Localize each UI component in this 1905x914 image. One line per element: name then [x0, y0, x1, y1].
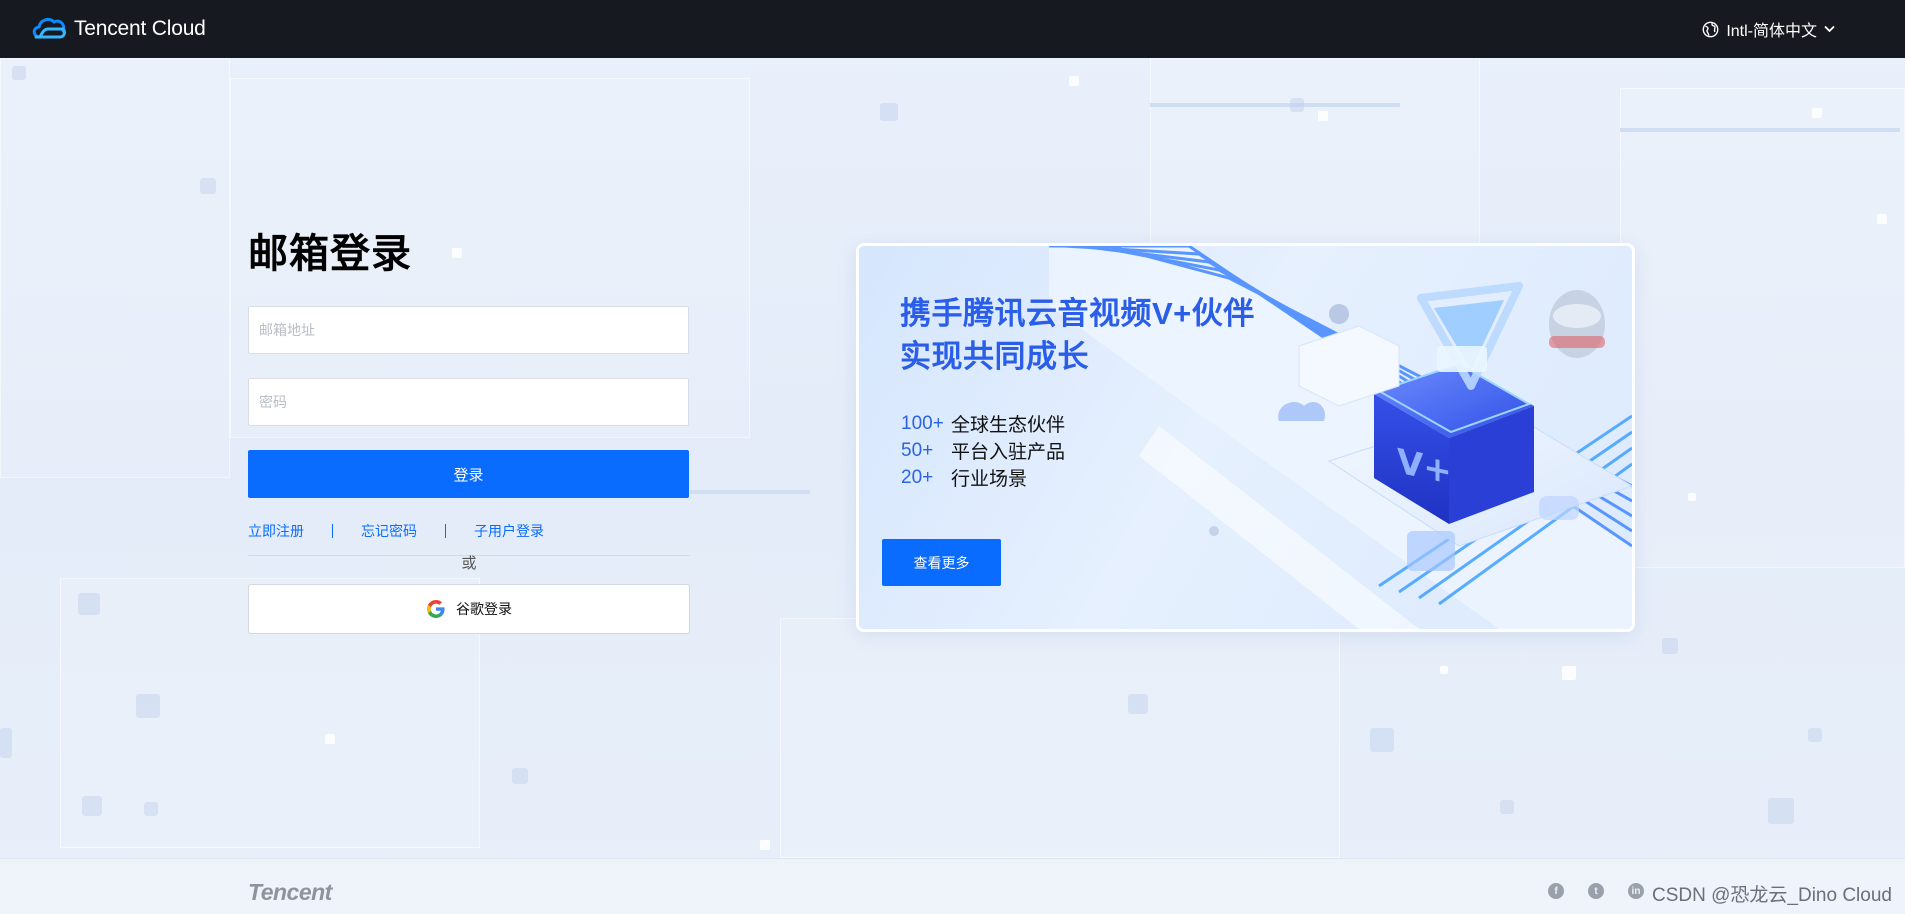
watermark-text: CSDN @恐龙云_Dino Cloud — [1652, 885, 1892, 906]
subuser-login-link[interactable]: 子用户登录 — [474, 521, 544, 541]
language-selector[interactable]: Intl-简体中文 — [1702, 17, 1835, 41]
banner-title: 携手腾讯云音视频V+伙伴 实现共同成长 — [900, 292, 1255, 378]
tencent-cloud-logo[interactable]: Tencent Cloud — [30, 15, 206, 43]
stat-label: 行业场景 — [951, 469, 1028, 490]
cloud-logo-icon — [32, 18, 66, 39]
stat-row: 50+ 平台入驻产品 — [901, 437, 1065, 464]
top-navigation-bar: Tencent Cloud Intl-简体中文 — [0, 0, 1905, 58]
linkedin-icon[interactable]: in — [1628, 883, 1644, 899]
chevron-down-icon — [1824, 25, 1835, 33]
stat-number: 20+ — [901, 466, 934, 488]
stat-number: 50+ — [901, 439, 934, 461]
link-divider — [332, 524, 333, 538]
forgot-password-link[interactable]: 忘记密码 — [361, 521, 417, 541]
login-button[interactable]: 登录 — [248, 450, 689, 498]
email-login-form: 邮箱登录 登录 立即注册 忘记密码 子用户登录 或 谷歌登录 — [248, 226, 690, 634]
stat-row: 20+ 行业场景 — [901, 464, 1065, 491]
page-title: 邮箱登录 — [248, 232, 412, 276]
social-links: f t in — [1548, 883, 1644, 899]
stat-number: 100+ — [901, 412, 944, 434]
email-field[interactable] — [248, 306, 689, 354]
logo-text: Tencent Cloud — [74, 17, 206, 40]
banner-title-line2: 实现共同成长 — [900, 339, 1089, 374]
language-label: Intl-简体中文 — [1726, 23, 1817, 40]
globe-icon — [1702, 21, 1719, 37]
stat-label: 全球生态伙伴 — [951, 415, 1066, 436]
facebook-icon[interactable]: f — [1548, 883, 1564, 899]
auth-links: 立即注册 忘记密码 子用户登录 — [248, 522, 690, 540]
tencent-footer-logo: Tencent — [248, 879, 332, 905]
or-divider: 或 — [248, 552, 690, 574]
stat-row: 100+ 全球生态伙伴 — [901, 410, 1065, 437]
promo-banner[interactable]: V+ 携手腾讯云音视频V+伙伴 实现共同成长 100+ 全球生态伙伴 50+ 平… — [856, 243, 1635, 632]
twitter-icon[interactable]: t — [1588, 883, 1604, 899]
stat-label: 平台入驻产品 — [951, 442, 1066, 463]
footer: Tencent f t in CSDN @恐龙云_Dino Cloud — [0, 858, 1905, 914]
view-more-button[interactable]: 查看更多 — [882, 539, 1001, 586]
google-icon — [427, 600, 445, 618]
banner-stats: 100+ 全球生态伙伴 50+ 平台入驻产品 20+ 行业场景 — [901, 410, 1065, 491]
google-login-button[interactable]: 谷歌登录 — [248, 584, 690, 634]
link-divider — [445, 524, 446, 538]
password-field[interactable] — [248, 378, 689, 426]
register-link[interactable]: 立即注册 — [248, 521, 304, 541]
banner-title-line1: 携手腾讯云音视频V+伙伴 — [900, 296, 1255, 331]
or-text: 或 — [461, 555, 477, 572]
google-login-label: 谷歌登录 — [456, 601, 512, 617]
